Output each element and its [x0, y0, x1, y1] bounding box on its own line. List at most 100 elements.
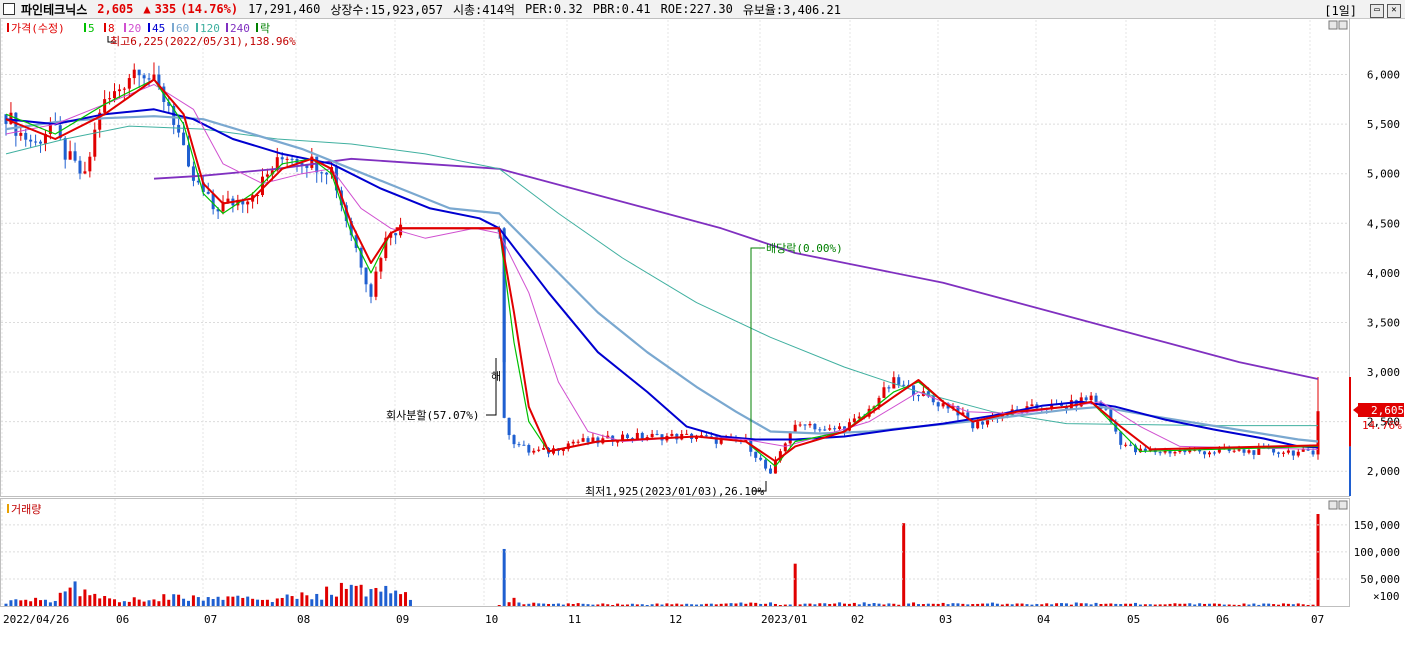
dividend-annotation: 배당락(0.00%): [766, 242, 843, 255]
volume-bar: [561, 604, 565, 606]
candle-body: [226, 198, 230, 202]
range-bar-down: [1349, 446, 1351, 496]
candle-body: [1084, 397, 1088, 401]
date-tick-label: 12: [669, 613, 682, 626]
candle-body: [24, 132, 28, 140]
volume-bar: [764, 603, 768, 606]
volume-bar: [769, 602, 773, 606]
volume-bar: [877, 603, 881, 606]
candle-body: [246, 201, 250, 205]
volume-bar: [152, 599, 156, 606]
volume-label: 거래량: [11, 503, 41, 516]
candle-body: [571, 441, 575, 444]
volume-bar: [621, 604, 625, 606]
candle-body: [1143, 448, 1147, 451]
volume-tick-label: 150,000: [1354, 519, 1400, 532]
volume-bar: [936, 603, 940, 606]
date-tick-label: 05: [1127, 613, 1140, 626]
date-tick-label: 03: [939, 613, 952, 626]
volume-bar: [186, 600, 190, 606]
select-checkbox[interactable]: [3, 3, 15, 15]
volume-bar: [635, 604, 639, 606]
period-selector[interactable]: [1일]: [1324, 2, 1357, 19]
legend-ma120: 120: [200, 22, 220, 35]
candle-body: [103, 99, 107, 113]
volume-bar: [798, 604, 802, 606]
candle-body: [640, 432, 644, 439]
volume-bar: [1247, 604, 1251, 606]
candle-body: [976, 421, 980, 429]
volume-bar: [719, 603, 723, 606]
candle-body: [788, 432, 792, 444]
volume-bar: [699, 604, 703, 606]
volume-bar: [1099, 603, 1103, 606]
volume-bar: [280, 597, 284, 606]
volume-bar: [295, 598, 299, 606]
volume-bar: [532, 602, 536, 606]
candle-body: [127, 78, 131, 89]
volume-bar: [394, 590, 398, 606]
volume-bar: [1193, 604, 1197, 606]
volume-bar: [251, 598, 255, 606]
candle-body: [635, 432, 639, 439]
volume-bar: [749, 602, 753, 606]
volume-bar: [616, 603, 620, 606]
volume-bar: [1084, 603, 1088, 606]
volume-bar: [650, 604, 654, 606]
volume-panel-minimize-icon[interactable]: [1328, 500, 1338, 510]
volume-bar: [364, 596, 368, 606]
restore-window-icon[interactable]: ▭: [1370, 3, 1384, 18]
price-panel-close-icon[interactable]: [1338, 20, 1348, 30]
market-cap: 시총:414억: [452, 2, 515, 17]
date-tick-label: 06: [1216, 613, 1229, 626]
volume-bar: [339, 582, 343, 606]
volume-bar: [601, 603, 605, 606]
volume-panel-close-icon[interactable]: [1338, 500, 1348, 510]
date-tick-label: 2023/01: [761, 613, 807, 626]
volume-bar: [310, 599, 314, 606]
candle-body: [379, 258, 383, 272]
volume-bar: [1232, 604, 1236, 606]
volume-bar: [1040, 604, 1044, 606]
volume-bar: [48, 602, 52, 606]
volume-bar: [1188, 603, 1192, 606]
price-panel-minimize-icon[interactable]: [1328, 20, 1338, 30]
candle-body: [507, 417, 511, 436]
candle-body: [902, 384, 906, 386]
close-window-icon[interactable]: ✕: [1387, 3, 1401, 18]
volume-bar: [754, 602, 758, 606]
candle-body: [517, 444, 521, 446]
volume-bar: [882, 604, 886, 606]
candle-body: [1030, 404, 1034, 407]
stock-chart[interactable]: 2,0002,5003,0003,5004,0004,5005,0005,500…: [0, 18, 1405, 648]
candle-body: [542, 447, 546, 450]
split-marker: 해: [491, 369, 501, 383]
volume-bar: [226, 596, 230, 606]
candle-body: [1311, 450, 1315, 455]
candle-body: [1296, 451, 1300, 456]
volume-bar: [709, 603, 713, 606]
volume-bar: [1138, 604, 1142, 606]
volume-bar: [897, 604, 901, 606]
volume-bar: [675, 603, 679, 606]
volume-bar: [4, 603, 8, 606]
volume-bar: [912, 602, 916, 606]
volume-bar: [305, 595, 309, 606]
volume-bar: [729, 603, 733, 606]
candle-body: [586, 438, 590, 443]
volume-bar: [1222, 604, 1226, 606]
volume-bar: [334, 596, 338, 606]
candle-body: [290, 158, 294, 160]
low-annotation: 최저1,925(2023/01/03),26.10%: [585, 485, 765, 498]
volume-bar: [1020, 603, 1024, 606]
price-tick-label: 4,500: [1367, 217, 1400, 230]
volume-bar: [201, 600, 205, 606]
volume-bar: [34, 597, 38, 606]
volume-bar: [369, 589, 373, 606]
range-bar-up: [1349, 377, 1351, 447]
volume-bar: [808, 603, 812, 606]
volume-bar: [1030, 604, 1034, 606]
candle-body: [616, 441, 620, 443]
volume-bar: [576, 603, 580, 606]
volume-bar: [349, 584, 353, 606]
